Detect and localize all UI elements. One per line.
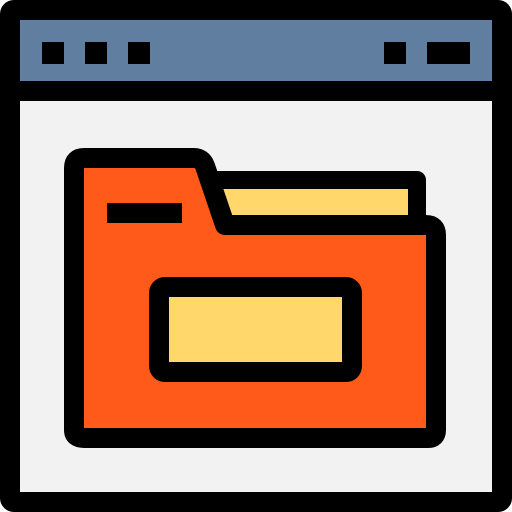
browser-folder-icon xyxy=(0,0,512,512)
folder-tab-label-line xyxy=(107,203,182,223)
titlebar-dot-3-icon xyxy=(128,42,150,64)
titlebar-dot-2-icon xyxy=(85,42,107,64)
titlebar-square-icon xyxy=(384,42,406,64)
folder-label-plate xyxy=(149,277,362,382)
titlebar-dot-1-icon xyxy=(42,42,64,64)
titlebar-bar-icon xyxy=(427,42,470,64)
browser-window-illustration xyxy=(0,0,512,512)
